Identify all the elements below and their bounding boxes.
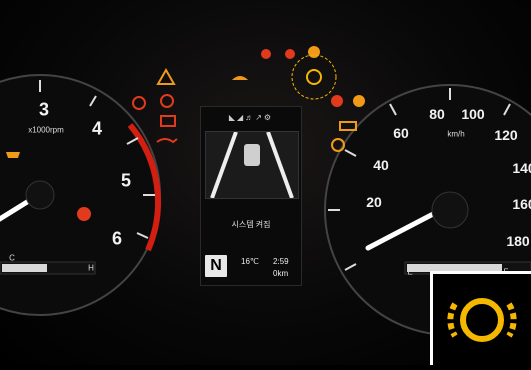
hazard-triangle-icon — [156, 67, 176, 85]
tachometer-hub — [25, 180, 55, 210]
temperature-bar — [0, 261, 96, 275]
lane-graphic-svg — [210, 131, 294, 199]
center-display: ◣◢♬↗⚙ 시스템 켜짐 N 16℃ 2:59 0km — [200, 106, 302, 286]
clock: 2:59 — [273, 257, 289, 266]
tach-tick-6: 6 — [111, 228, 123, 249]
seatbelt-icon — [261, 49, 271, 59]
tach-unit: x1000rpm — [28, 125, 64, 135]
vehicle-icon — [244, 144, 260, 166]
lane-assist-graphic — [205, 131, 299, 199]
speed-tick-80: 80 — [429, 106, 445, 122]
speed-unit: km/h — [447, 129, 465, 139]
speed-tick-140: 140 — [512, 160, 531, 176]
tach-tick-5: 5 — [120, 170, 132, 191]
passenger-seatbelt-icon — [308, 46, 320, 58]
airbag-icon — [285, 49, 295, 59]
front-collision-icon — [232, 76, 248, 80]
speed-tick-160: 160 — [512, 196, 531, 212]
parking-brake-icon — [160, 94, 174, 108]
gear-indicator: N — [205, 255, 227, 277]
outside-temperature: 16℃ — [241, 257, 259, 266]
display-icon-row: ◣◢♬↗⚙ — [228, 113, 274, 122]
speed-tick-180: 180 — [506, 233, 530, 249]
stability-control-icon — [331, 95, 343, 107]
tach-tick-4: 4 — [91, 118, 103, 139]
tire-pressure-icon — [353, 95, 365, 107]
speed-tick-60: 60 — [393, 125, 409, 141]
right-lane-line — [266, 131, 294, 199]
engine-check-icon — [339, 121, 357, 131]
brake-warning-icon — [306, 69, 322, 85]
brake-warning-zoom-icon — [447, 298, 517, 342]
speed-tick-120: 120 — [494, 127, 518, 143]
tachometer-gauge — [0, 74, 161, 316]
speedometer-hub — [431, 191, 469, 229]
fuel-empty-label: E — [407, 267, 413, 277]
oil-pressure-icon — [156, 138, 178, 144]
battery-icon — [160, 115, 176, 127]
system-status-text: 시스템 켜짐 — [231, 220, 271, 229]
speed-tick-100: 100 — [461, 106, 485, 122]
speed-tick-40: 40 — [373, 157, 389, 173]
trip-odometer: 0km — [273, 269, 289, 278]
tach-tick-3: 3 — [38, 99, 50, 120]
speed-tick-20: 20 — [366, 194, 382, 210]
temp-hot-label: H — [88, 263, 94, 273]
instrument-cluster: 3 4 5 6 x1000rpm C H 40 60 80 100 120 14… — [0, 0, 531, 365]
brake-light-icon — [132, 96, 146, 110]
left-lane-line — [210, 131, 238, 199]
highlight-ring — [291, 54, 337, 100]
master-warning-icon — [77, 207, 91, 221]
low-beam-icon — [6, 152, 20, 158]
temp-cold-label: C — [9, 253, 15, 263]
zoom-inset — [430, 271, 531, 365]
